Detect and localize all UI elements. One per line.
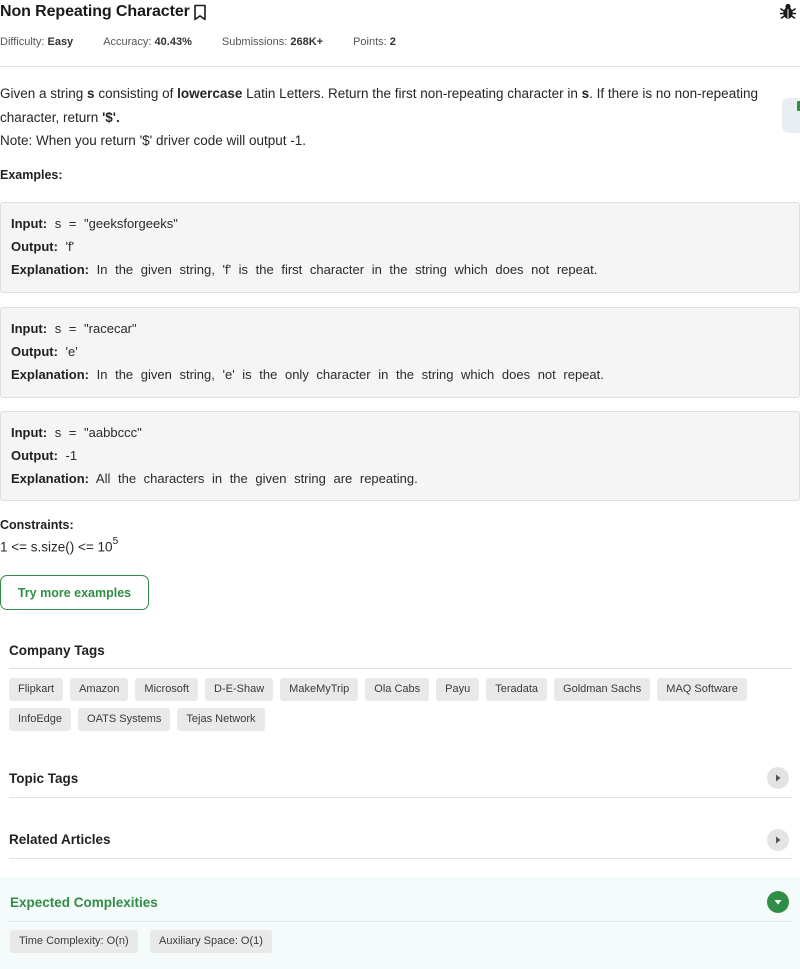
problem-statement: Given a string s consisting of lowercase… [0,82,780,153]
company-tag[interactable]: Microsoft [135,678,199,701]
problem-header: Non Repeating Character [0,0,207,24]
section-divider [9,797,792,798]
expected-complexities-toggle[interactable]: Expected Complexities [10,895,158,910]
example-output: Output: 'f' [11,239,75,254]
company-tag[interactable]: MAQ Software [657,678,747,701]
accuracy: Accuracy: 40.43% [103,36,192,48]
expected-complexities-panel [0,877,800,969]
problem-meta: Difficulty: Easy Accuracy: 40.43% Submis… [0,36,426,48]
try-more-examples-button[interactable]: Try more examples [0,575,149,610]
company-tag[interactable]: OATS Systems [78,708,171,731]
points: Points: 2 [353,36,396,48]
section-divider [9,668,792,669]
related-articles-toggle[interactable]: Related Articles [9,832,111,847]
chevron-down-icon[interactable] [767,891,789,913]
constraint-text: 1 <= s.size() <= 105 [0,536,119,555]
company-tag[interactable]: Tejas Network [177,708,265,731]
chevron-right-icon[interactable] [767,767,789,789]
example-output: Output: 'e' [11,344,78,359]
example-box: Input: s = "racecar" Output: 'e' Explana… [0,307,800,398]
submissions: Submissions: 268K+ [221,36,324,48]
company-tag[interactable]: Goldman Sachs [554,678,651,701]
company-tags-heading: Company Tags [9,643,105,658]
problem-description: Given a string s consisting of lowercase… [0,86,758,125]
example-input: Input: s = "aabbccc" [11,425,142,440]
side-panel-toggle[interactable] [782,98,800,133]
example-box: Input: s = "aabbccc" Output: -1 Explanat… [0,411,800,501]
example-box: Input: s = "geeksforgeeks" Output: 'f' E… [0,202,800,293]
example-explanation: Explanation: In the given string, 'f' is… [11,262,598,277]
bookmark-icon[interactable] [193,4,207,21]
topic-tags-toggle[interactable]: Topic Tags [9,771,78,786]
company-tag[interactable]: Ola Cabs [365,678,430,701]
example-explanation: Explanation: In the given string, 'e' is… [11,367,604,382]
difficulty: Difficulty: Easy [0,36,74,48]
section-divider [9,921,792,922]
example-output: Output: -1 [11,448,78,463]
chevron-right-icon[interactable] [767,829,789,851]
constraints-heading: Constraints: [0,518,74,532]
example-explanation: Explanation: All the characters in the g… [11,471,418,486]
company-tag[interactable]: Flipkart [9,678,64,701]
company-tag[interactable]: InfoEdge [9,708,72,731]
time-complexity-tag: Time Complexity: O(n) [10,930,138,953]
company-tag[interactable]: MakeMyTrip [280,678,359,701]
company-tag[interactable]: Amazon [70,678,129,701]
example-input: Input: s = "racecar" [11,321,137,336]
problem-note: Note: When you return '$' driver code wi… [0,133,307,148]
company-tag[interactable]: Payu [436,678,480,701]
bug-icon[interactable] [779,2,797,25]
example-input: Input: s = "geeksforgeeks" [11,216,178,231]
section-divider [9,858,792,859]
problem-title: Non Repeating Character [0,3,190,20]
space-complexity-tag: Auxiliary Space: O(1) [150,930,272,953]
company-tag[interactable]: D-E-Shaw [205,678,274,701]
company-tags-list: Flipkart Amazon Microsoft D-E-Shaw MakeM… [9,678,789,731]
header-divider [0,66,800,67]
company-tag[interactable]: Teradata [486,678,548,701]
examples-heading: Examples: [0,168,63,182]
